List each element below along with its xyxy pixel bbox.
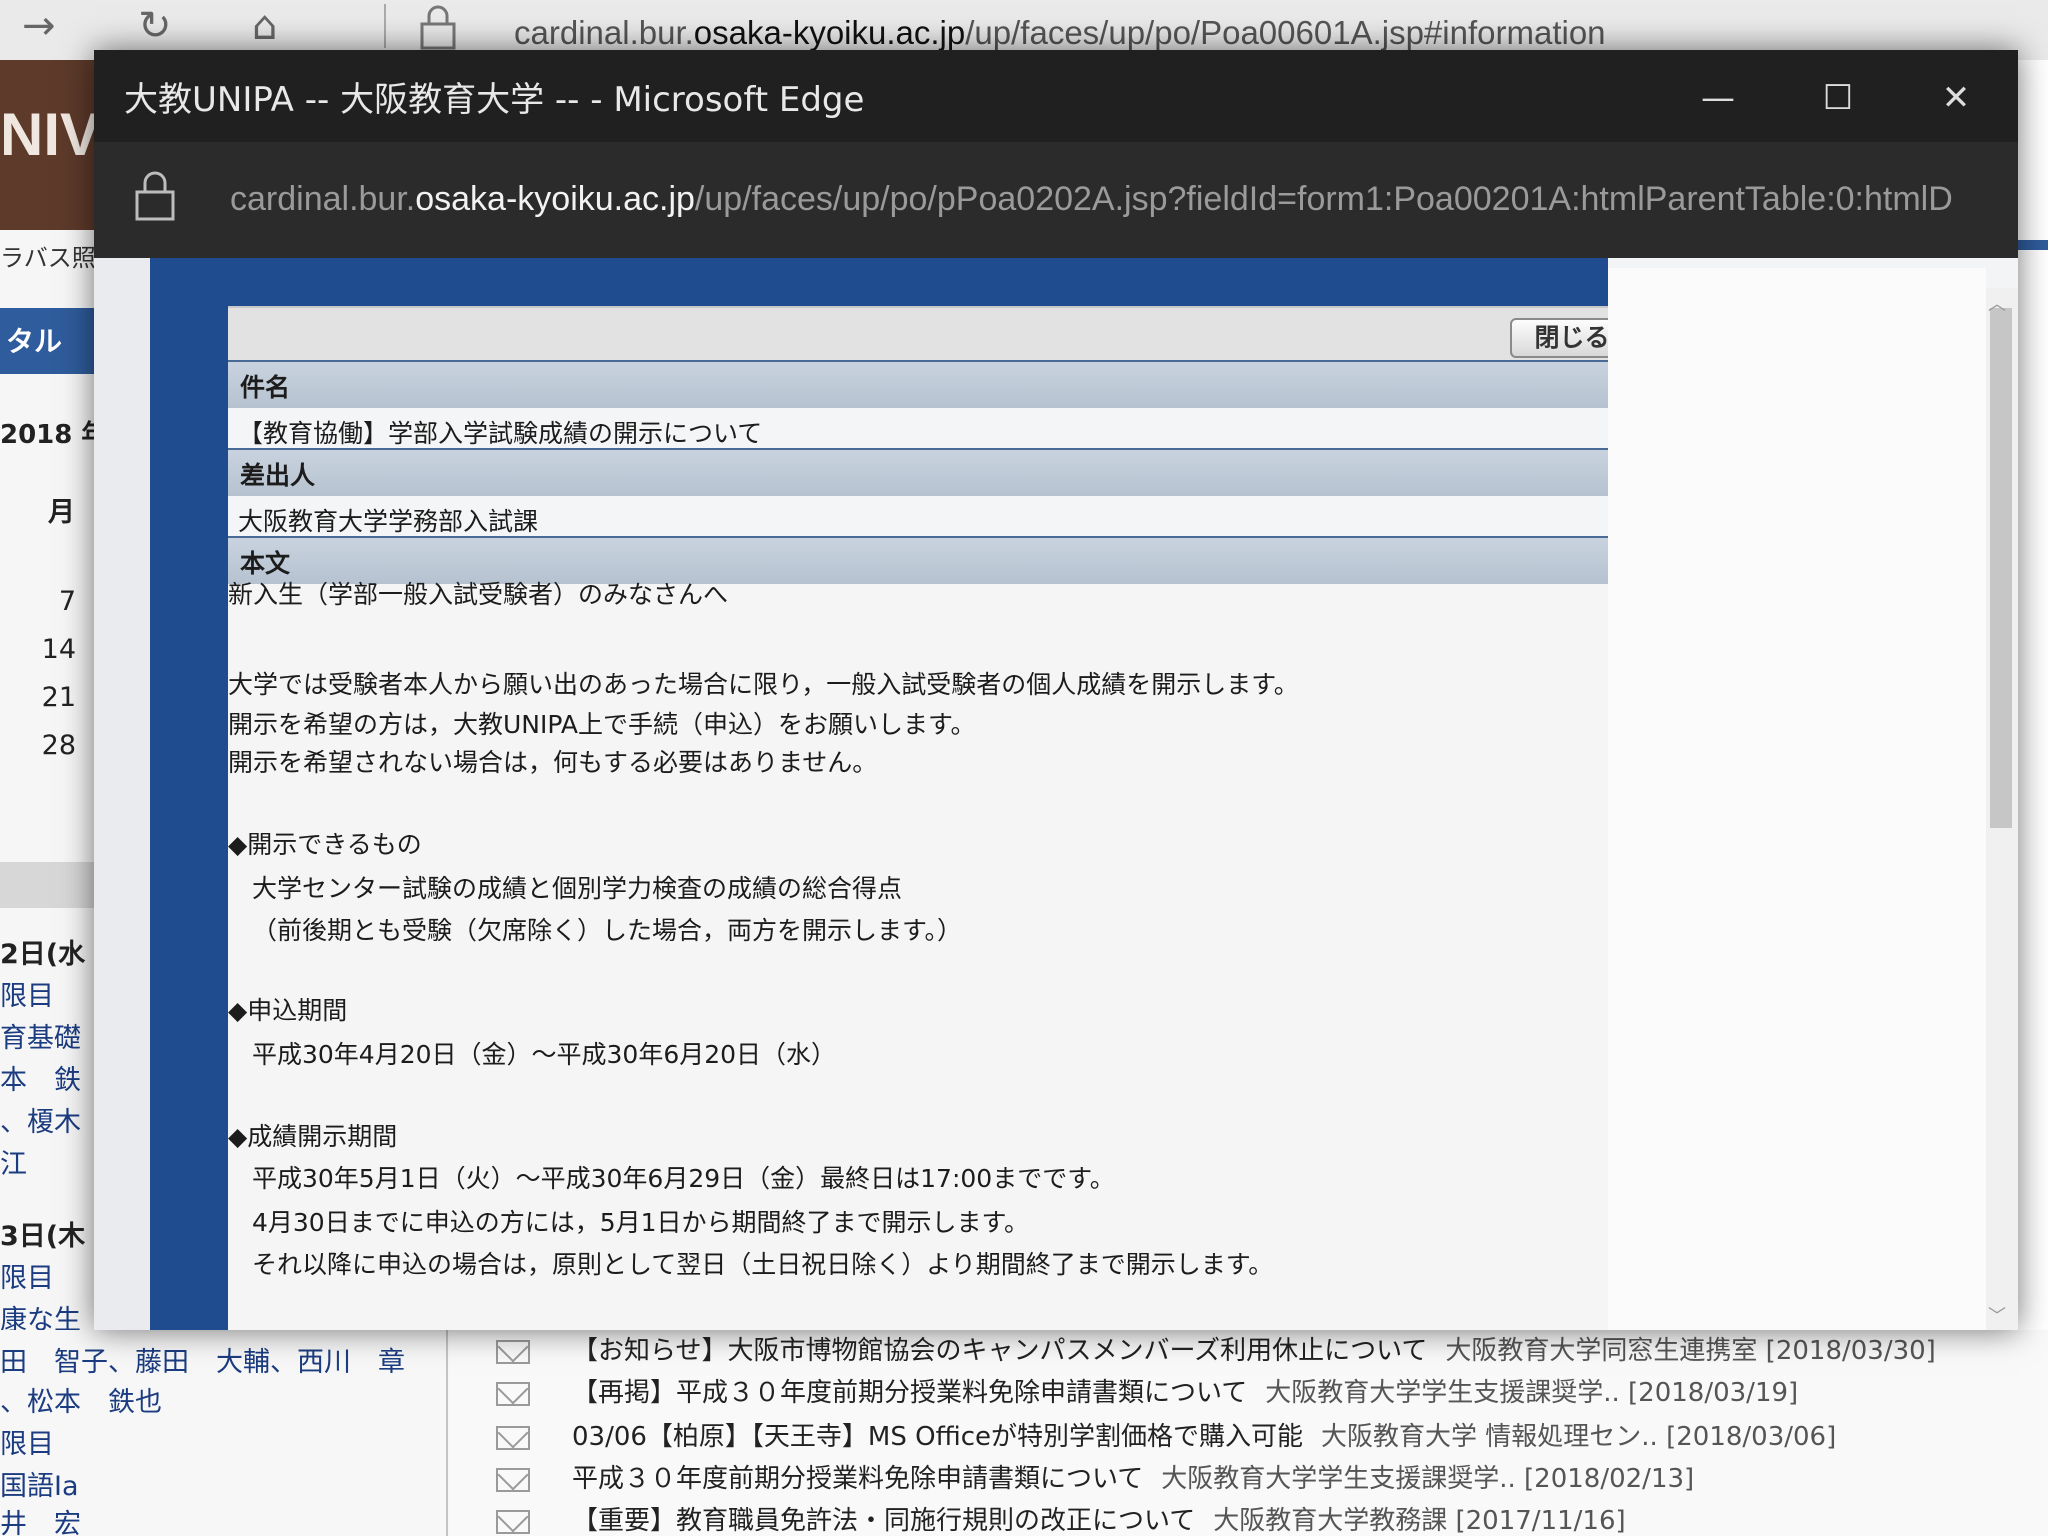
scrollbar-thumb[interactable] <box>1990 308 2012 828</box>
calendar-footer <box>0 862 96 908</box>
toolbar-separator <box>384 4 386 48</box>
message-toolbar: 閉じる <box>228 306 1638 360</box>
panel-divider <box>446 1330 448 1536</box>
body-line: （前後期とも受験（欠席除く）した場合，両方を開示します。） <box>252 916 963 945</box>
portal-tab[interactable]: タル <box>0 308 96 374</box>
message-detail: 閉じる 件名 【教育協働】学部入学試験成績の開示について 差出人 大阪教育大学学… <box>228 306 1638 1330</box>
body-line: 平成30年5月1日（火）～平成30年6月29日（金）最終日は17:00までです。 <box>252 1164 1115 1193</box>
body-line: 4月30日までに申込の方には，5月1日から期間終了まで開示します。 <box>252 1208 1030 1237</box>
scroll-up-arrow-icon[interactable]: ︿ <box>1988 290 2006 316</box>
notice-source: 大阪教育大学学生支援課奨学.. [2018/03/19] <box>1265 1378 1799 1408</box>
university-banner-text: NIV <box>0 101 101 168</box>
section-heading: ◆申込期間 <box>228 996 348 1025</box>
subject-label: 件名 <box>228 360 1638 408</box>
mail-icon <box>496 1381 530 1406</box>
notice-row[interactable]: 03/06【柏原】【天王寺】MS Officeが特別学割価格で購入可能 大阪教育大… <box>496 1416 1836 1453</box>
schedule-item[interactable]: 本 鉄 <box>0 1058 81 1097</box>
calendar-day[interactable]: 14 <box>0 634 76 665</box>
body-line: それ以降に申込の場合は，原則として翌日（土日祝日除く）より期間終了まで開示します… <box>252 1250 1274 1279</box>
notice-title[interactable]: 【お知らせ】大阪市博物館協会のキャンパスメンバーズ利用休止について <box>572 1336 1427 1366</box>
home-icon[interactable]: ⌂ <box>252 4 277 48</box>
notice-row[interactable]: 【お知らせ】大阪市博物館協会のキャンパスメンバーズ利用休止について 大阪教育大学同… <box>496 1330 1936 1367</box>
maximize-button[interactable]: ☐ <box>1808 78 1868 118</box>
body-line: 大学では受験者本人から願い出のあった場合に限り，一般入試受験者の個人成績を開示し… <box>228 670 1299 699</box>
notice-source: 大阪教育大学教務課 [2017/11/16] <box>1213 1506 1626 1536</box>
background-address-url[interactable]: cardinal.bur.osaka-kyoiku.ac.jp/up/faces… <box>514 14 1606 52</box>
mail-icon <box>496 1425 530 1450</box>
notice-title[interactable]: 平成３０年度前期分授業料免除申請書類について <box>572 1464 1143 1494</box>
sender-value: 大阪教育大学学務部入試課 <box>228 496 1638 538</box>
schedule-item[interactable]: 限目 <box>0 1422 54 1461</box>
body-label: 本文 <box>228 536 1638 584</box>
schedule-date: 2日(水 <box>0 939 86 970</box>
body-line: 大学センター試験の成績と個別学力検査の成績の総合得点 <box>252 874 903 903</box>
notice-row[interactable]: 平成３０年度前期分授業料免除申請書類について 大阪教育大学学生支援課奨学.. [2… <box>496 1458 1694 1495</box>
edge-popup-window: 大教UNIPA -- 大阪教育大学 -- - Microsoft Edge — … <box>94 50 2018 1330</box>
syllabus-link[interactable]: ラバス照 <box>0 238 96 273</box>
schedule-date: 3日(木 <box>0 1221 86 1252</box>
minimize-button[interactable]: — <box>1688 78 1748 118</box>
lock-icon <box>134 170 176 222</box>
mail-icon <box>496 1339 530 1364</box>
mail-icon <box>496 1509 530 1534</box>
section-heading: ◆開示できるもの <box>228 830 422 859</box>
notice-title[interactable]: 03/06【柏原】【天王寺】MS Officeが特別学割価格で購入可能 <box>572 1422 1303 1452</box>
notice-source: 大阪教育大学同窓生連携室 [2018/03/30] <box>1445 1336 1936 1366</box>
body-line: 新入生（学部一般入試受験者）のみなさんへ <box>228 580 729 609</box>
schedule-item[interactable]: 限目 <box>0 1256 54 1295</box>
body-line: 開示を希望されない場合は，何もする必要はありません。 <box>228 748 878 777</box>
scroll-down-arrow-icon[interactable]: ﹀ <box>1988 1302 2006 1328</box>
content-right-area <box>1608 268 1986 1330</box>
calendar-day[interactable]: 28 <box>0 730 76 761</box>
notice-title[interactable]: 【重要】教育職員免許法・同施行規則の改正について <box>572 1506 1195 1536</box>
instructor-names[interactable]: 、松本 鉄也 <box>0 1380 162 1419</box>
popup-content: 閉じる 件名 【教育協働】学部入学試験成績の開示について 差出人 大阪教育大学学… <box>94 258 2018 1330</box>
schedule-item[interactable]: 育基礎 <box>0 1016 81 1055</box>
calendar-month-header: 月 <box>48 497 75 528</box>
notice-source: 大阪教育大学学生支援課奨学.. [2018/02/13] <box>1161 1464 1695 1494</box>
subject-value: 【教育協働】学部入学試験成績の開示について <box>228 408 1638 450</box>
message-frame: 閉じる 件名 【教育協働】学部入学試験成績の開示について 差出人 大阪教育大学学… <box>150 258 1638 1330</box>
notice-source: 大阪教育大学 情報処理セン.. [2018/03/06] <box>1321 1422 1837 1452</box>
calendar-year: 2018 年 <box>0 420 108 450</box>
window-title: 大教UNIPA -- 大阪教育大学 -- - Microsoft Edge <box>124 80 865 120</box>
instructor-names[interactable]: 井 宏 <box>0 1502 81 1536</box>
window-titlebar[interactable]: 大教UNIPA -- 大阪教育大学 -- - Microsoft Edge — … <box>94 50 2018 142</box>
address-bar: cardinal.bur.osaka-kyoiku.ac.jp/up/faces… <box>94 142 2018 258</box>
notice-row[interactable]: 【再掲】平成３０年度前期分授業料免除申請書類について 大阪教育大学学生支援課奨学.… <box>496 1372 1798 1409</box>
content-margin <box>94 258 150 1330</box>
instructor-names[interactable]: 田 智子、藤田 大輔、西川 章 <box>0 1340 405 1379</box>
schedule-item[interactable]: 江 <box>0 1142 27 1181</box>
schedule-item[interactable]: 、榎木 <box>0 1100 81 1139</box>
schedule-item[interactable]: 限目 <box>0 974 54 1013</box>
calendar-day[interactable]: 21 <box>0 682 76 713</box>
notice-title[interactable]: 【再掲】平成３０年度前期分授業料免除申請書類について <box>572 1378 1247 1408</box>
body-line: 開示を希望の方は，大教UNIPA上で手続（申込）をお願いします。 <box>228 710 976 739</box>
schedule-instructors: 田 智子、藤田 大輔、西川 章 、松本 鉄也 限目 国語Ia 井 宏 <box>0 1330 450 1536</box>
refresh-icon[interactable]: ↻ <box>138 4 172 48</box>
notice-row[interactable]: 【重要】教育職員免許法・同施行規則の改正について 大阪教育大学教務課 [2017/… <box>496 1500 1626 1536</box>
section-heading: ◆成績開示期間 <box>228 1122 398 1151</box>
schedule-item[interactable]: 国語Ia <box>0 1464 79 1503</box>
calendar-day[interactable]: 7 <box>0 586 76 617</box>
mail-icon <box>496 1467 530 1492</box>
close-window-button[interactable]: ✕ <box>1926 78 1986 118</box>
popup-address-url[interactable]: cardinal.bur.osaka-kyoiku.ac.jp/up/faces… <box>230 180 1953 219</box>
sender-label: 差出人 <box>228 448 1638 496</box>
forward-icon[interactable]: → <box>22 4 56 48</box>
body-line: 平成30年4月20日（金）～平成30年6月20日（水） <box>252 1040 837 1069</box>
